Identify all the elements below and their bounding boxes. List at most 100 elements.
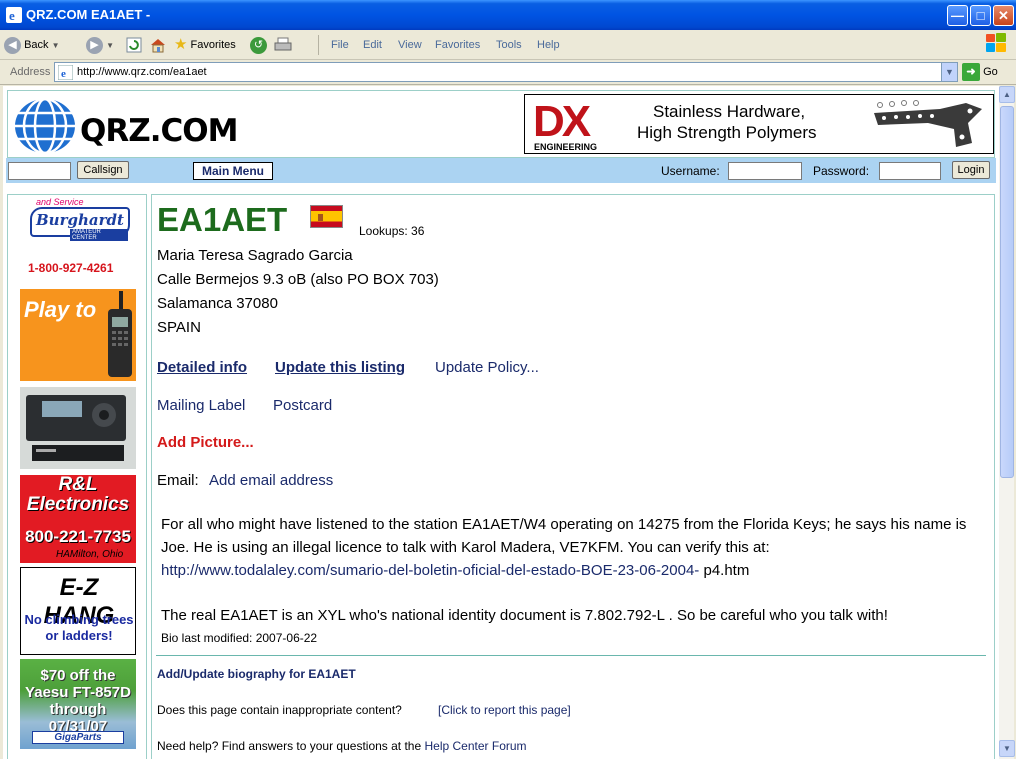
nav-bar: Callsign Main Menu Username: Password: L…: [6, 158, 996, 183]
gigaparts-logo: GigaParts: [32, 731, 124, 744]
ez-hang-sub-line-1: No climbing trees: [24, 612, 134, 627]
password-input[interactable]: [879, 162, 941, 180]
forward-arrow-icon: ▶: [86, 36, 103, 54]
burghardt-phone: 1-800-927-4261: [28, 261, 114, 275]
handheld-radio-image: [108, 291, 132, 377]
minimize-button[interactable]: —: [947, 5, 968, 26]
address-input[interactable]: e http://www.qrz.com/ea1aet ▼: [54, 62, 958, 82]
bio-url-link[interactable]: http://www.todalaley.com/sumario-del-bol…: [161, 562, 699, 579]
ad-sidebar: and Service Burghardt AMATEUR CENTER 1-8…: [7, 194, 147, 759]
forward-button[interactable]: ▶ ▼: [86, 36, 114, 54]
globe-icon[interactable]: [13, 97, 77, 155]
title-bar: e QRZ.COM EA1AET - — □ ✕: [0, 0, 1016, 30]
mailing-label-link[interactable]: Mailing Label: [157, 397, 245, 414]
add-biography-link[interactable]: Add/Update biography for EA1AET: [157, 667, 356, 681]
main-menu-button[interactable]: Main Menu: [193, 162, 273, 180]
callsign-button[interactable]: Callsign: [77, 161, 129, 179]
dx-letters: DX: [533, 97, 591, 146]
bio-paragraph-2: The real EA1AET is an XYL who's national…: [161, 607, 888, 624]
favorites-button[interactable]: ★ Favorites: [174, 36, 236, 54]
password-label: Password:: [813, 164, 870, 178]
back-button[interactable]: ◀ Back ▼: [4, 36, 60, 54]
ez-hang-sub-line-2: or ladders!: [45, 628, 113, 643]
go-button[interactable]: ➜ Go: [962, 63, 998, 81]
scroll-up-button[interactable]: ▲: [999, 86, 1015, 103]
refresh-icon: [126, 37, 142, 53]
maximize-button[interactable]: □: [970, 5, 991, 26]
bio-url-tail: p4.htm: [699, 562, 750, 579]
address-city: Salamanca 37080: [157, 295, 278, 312]
postcard-link[interactable]: Postcard: [273, 397, 332, 414]
bio-last-modified: Bio last modified: 2007-06-22: [161, 631, 318, 645]
dx-logo: DX ENGINEERING: [528, 97, 612, 152]
add-email-link[interactable]: Add email address: [209, 472, 333, 489]
address-url: http://www.qrz.com/ea1aet: [77, 66, 207, 78]
refresh-button[interactable]: [126, 36, 142, 54]
gigaparts-promo: $70 off the Yaesu FT-857D through 07/31/…: [20, 667, 136, 735]
back-dropdown-icon: ▼: [51, 41, 60, 50]
star-icon: ★: [174, 36, 188, 54]
listing-panel: EA1AET Lookups: 36 Maria Teresa Sagrado …: [151, 194, 995, 759]
update-listing-link[interactable]: Update this listing: [275, 359, 405, 376]
svg-text:e: e: [61, 68, 66, 80]
menu-help[interactable]: Help: [537, 36, 560, 54]
menu-edit[interactable]: Edit: [363, 36, 382, 54]
ad-transceiver[interactable]: [20, 387, 136, 469]
help-text-lead: Need help? Find answers to your question…: [157, 739, 425, 753]
scroll-down-button[interactable]: ▼: [999, 740, 1015, 757]
report-page-link[interactable]: [Click to report this page]: [438, 703, 571, 717]
menu-view[interactable]: View: [398, 36, 422, 54]
add-picture-link[interactable]: Add Picture...: [157, 434, 254, 451]
transceiver-image: [20, 387, 136, 469]
close-button[interactable]: ✕: [993, 5, 1014, 26]
update-policy-link[interactable]: Update Policy...: [435, 359, 539, 376]
burghardt-sub: AMATEUR CENTER: [70, 229, 128, 241]
forward-dropdown-icon: ▼: [106, 41, 114, 50]
ad-gigaparts[interactable]: $70 off the Yaesu FT-857D through 07/31/…: [20, 659, 136, 749]
print-button[interactable]: [274, 36, 292, 54]
banner-line-1: Stainless Hardware,: [653, 102, 806, 121]
gigaparts-line-3: through 07/31/07: [48, 701, 108, 735]
gigaparts-line-2: Yaesu FT-857D: [25, 684, 131, 701]
rl-phone: 800-221-7735: [25, 527, 131, 546]
dx-eng-label: ENGINEERING: [534, 142, 598, 152]
play-to-text: Play to: [24, 297, 97, 322]
help-center-link[interactable]: Help Center Forum: [425, 739, 527, 753]
ie-icon: e: [6, 7, 22, 23]
ad-rl-electronics[interactable]: R&L Electronics 800-221-7735 HAMilton, O…: [20, 475, 136, 563]
bio-text-1: For all who might have listened to the s…: [161, 516, 967, 556]
callsign-search-input[interactable]: [8, 162, 71, 180]
svg-text:e: e: [9, 8, 15, 23]
bracket-part-image: [874, 100, 982, 147]
ad-play-to[interactable]: Play to: [20, 289, 136, 381]
menu-favorites[interactable]: Favorites: [435, 36, 480, 54]
username-input[interactable]: [728, 162, 802, 180]
menu-tools[interactable]: Tools: [496, 36, 522, 54]
detailed-info-link[interactable]: Detailed info: [157, 359, 247, 376]
bio-paragraph-1: For all who might have listened to the s…: [161, 513, 987, 582]
lookups-count: Lookups: 36: [359, 224, 425, 238]
report-question: Does this page contain inappropriate con…: [157, 703, 402, 717]
address-label: Address: [10, 66, 51, 78]
go-label: Go: [983, 65, 998, 78]
ad-burghardt[interactable]: and Service Burghardt AMATEUR CENTER 1-8…: [20, 197, 136, 277]
history-button[interactable]: ↺: [250, 36, 267, 54]
banner-line-2: High Strength Polymers: [637, 123, 817, 142]
browser-window: e QRZ.COM EA1AET - — □ ✕ ◀ Back ▼ ▶ ▼ ★ …: [0, 0, 1016, 759]
menu-file[interactable]: File: [331, 36, 349, 54]
go-arrow-icon: ➜: [962, 63, 980, 81]
burghardt-tagline: and Service: [36, 197, 84, 207]
address-dropdown-icon[interactable]: ▼: [941, 63, 957, 81]
callsign-title: EA1AET: [157, 201, 288, 238]
ad-ez-hang[interactable]: E-Z HANG No climbing trees or ladders!: [20, 567, 136, 655]
address-country: SPAIN: [157, 319, 201, 336]
dx-engineering-banner[interactable]: DX ENGINEERING Stainless Hardware, High …: [524, 94, 994, 154]
login-button[interactable]: Login: [952, 161, 990, 179]
page-icon: e: [58, 65, 73, 80]
address-street: Calle Bermejos 9.3 oB (also PO BOX 703): [157, 271, 439, 288]
scroll-thumb[interactable]: [1000, 106, 1014, 478]
vertical-scrollbar[interactable]: ▲ ▼: [998, 86, 1015, 759]
site-logo-text[interactable]: QRZ.COM: [80, 113, 238, 149]
home-icon: [151, 39, 165, 53]
home-button[interactable]: [150, 36, 167, 54]
